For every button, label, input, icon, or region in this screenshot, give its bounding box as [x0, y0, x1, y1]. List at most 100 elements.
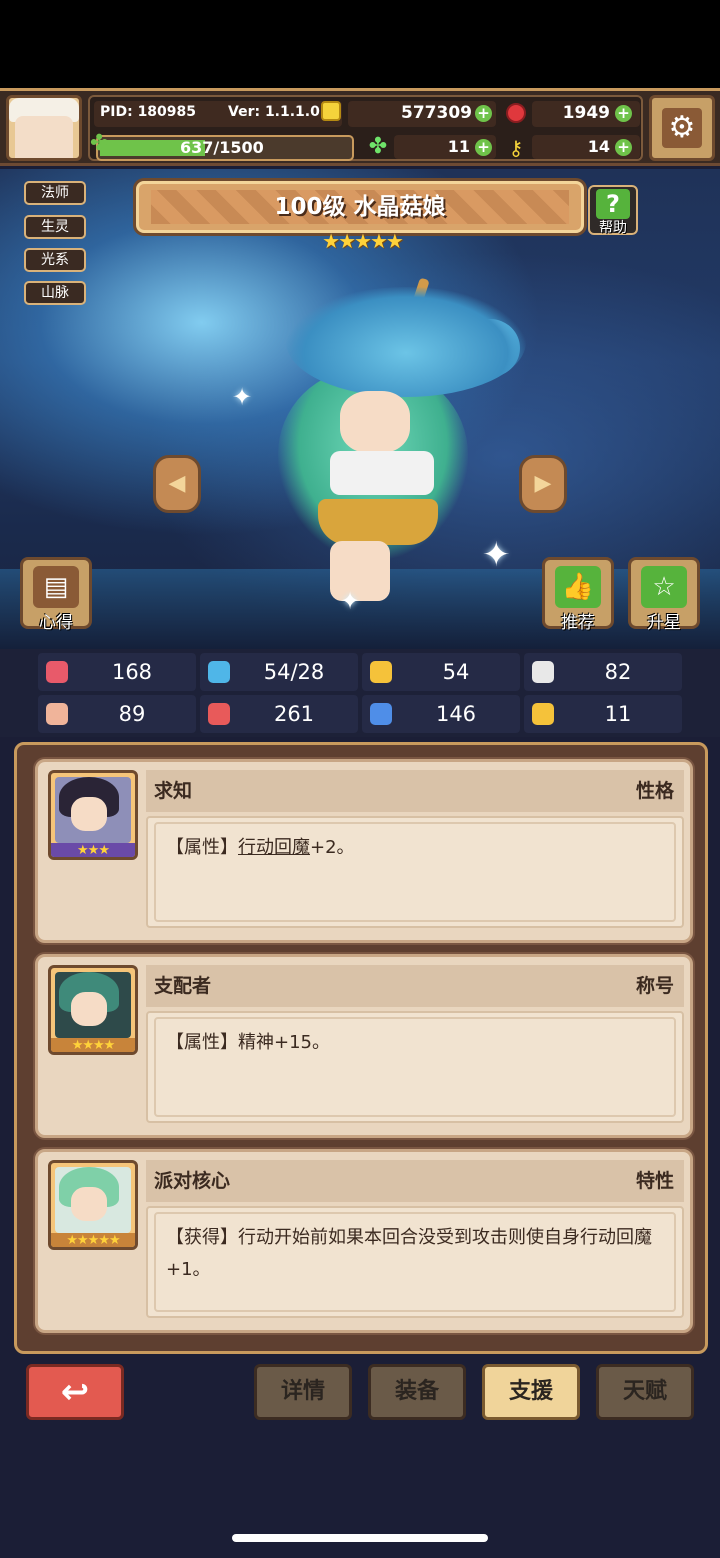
description-text: 行动开始前如果本回合没受到攻击则使自身行动回魔+1。 [166, 1227, 652, 1280]
heart-icon [46, 661, 68, 683]
avatar-face [15, 116, 73, 158]
settings-button[interactable]: ⚙ [649, 95, 715, 161]
support-card-trait[interactable]: ★★★★★ 派对核心 特性 【获得】行动开始前如果本回合没受到攻击则使自身行动回… [35, 1149, 693, 1333]
key-icon: ⚷ [508, 136, 524, 160]
ruby-icon [506, 103, 526, 123]
return-arrow-icon: ↩ [60, 1372, 90, 1412]
sparkle-icon: ✦ [340, 587, 361, 615]
clover-xp-icon: ✤ [90, 131, 109, 156]
gold-coin-icon [321, 101, 341, 121]
tab-support[interactable]: 支援 [482, 1364, 580, 1420]
notes-button[interactable]: ▤ 心得 [20, 557, 92, 633]
card-header: 求知 性格 [146, 770, 684, 812]
help-label: 帮助 [599, 220, 627, 236]
support-name: 求知 [154, 780, 193, 802]
gear-icon: ⚙ [662, 108, 702, 148]
sparkle-icon: ✦ [232, 383, 253, 411]
character-face [340, 391, 410, 453]
tag-terrain[interactable]: 山脉 [24, 281, 86, 305]
previous-character-button[interactable]: ◀ [153, 455, 201, 513]
tag-element[interactable]: 光系 [24, 248, 86, 272]
ruby-amount: 1949 [562, 103, 610, 123]
stat-value: 82 [604, 660, 632, 684]
description-text: +2。 [310, 837, 355, 858]
add-clover-plus-icon[interactable]: + [475, 139, 492, 156]
support-portrait[interactable]: ★★★★ [48, 965, 138, 1055]
support-card-personality[interactable]: ★★★ 求知 性格 【属性】行动回魔+2。 [35, 759, 693, 943]
support-portrait[interactable]: ★★★★★ [48, 1160, 138, 1250]
support-type: 特性 [635, 1170, 674, 1192]
add-gold-plus-icon[interactable]: + [475, 105, 492, 122]
card-description-inner: 【属性】行动回魔+2。 [154, 822, 676, 922]
keyword-link[interactable]: 行动回魔 [238, 837, 310, 858]
stat-value: 11 [604, 702, 632, 726]
stats-panel: 168 54/28 54 82 89 261 146 11 [0, 649, 720, 737]
status-bar-area [0, 0, 720, 88]
version-label: Ver: 1.1.1.0 [228, 104, 320, 120]
character-hat [286, 287, 526, 397]
stat-value: 54 [442, 660, 470, 684]
wing-icon [532, 661, 554, 683]
stat-mana: 54/28 [200, 653, 358, 691]
clover-amount: 11 [447, 137, 470, 156]
card-description-box: 【属性】精神+15。 [146, 1011, 684, 1123]
recommend-button[interactable]: 👍 推荐 [542, 557, 614, 633]
player-header: PID: 180985 Ver: 1.1.1.0 577309 + 1949 +… [0, 88, 720, 166]
character-title-banner: 100级 水晶菇娘 [136, 181, 584, 233]
portrait-face [71, 797, 107, 831]
character-scene: 法师 生灵 光系 山脉 100级 水晶菇娘 ★★★★★ ? 帮助 ✦ ✦ ✦ ◀… [0, 169, 720, 649]
support-description: 【获得】行动开始前如果本回合没受到攻击则使自身行动回魔+1。 [166, 1222, 672, 1286]
support-portrait[interactable]: ★★★ [48, 770, 138, 860]
support-card-title[interactable]: ★★★★ 支配者 称号 【属性】精神+15。 [35, 954, 693, 1138]
description-prefix: 【属性】 [166, 837, 238, 858]
description-text: 精神+15。 [238, 1032, 330, 1053]
thumbs-up-icon: 👍 [555, 566, 601, 608]
character-skirt [318, 499, 438, 545]
experience-value: 637/1500 [180, 138, 264, 157]
chevron-left-icon: ◀ [168, 471, 186, 496]
notes-label: 心得 [39, 613, 73, 633]
tab-equipment[interactable]: 装备 [368, 1364, 466, 1420]
question-icon: ? [596, 189, 630, 219]
card-header: 派对核心 特性 [146, 1160, 684, 1202]
stat-defense: 54 [362, 653, 520, 691]
stat-value: 168 [111, 660, 153, 684]
gold-amount: 577309 [401, 103, 472, 123]
support-type: 称号 [635, 975, 674, 997]
notebook-icon: ▤ [33, 566, 79, 608]
character-top [330, 451, 434, 495]
star-up-button[interactable]: ☆ 升星 [628, 557, 700, 633]
experience-bar: ✤ 637/1500 [90, 133, 354, 161]
character-title: 100级 水晶菇娘 [274, 194, 446, 220]
stat-luck: 11 [524, 695, 682, 733]
stat-attack: 89 [38, 695, 196, 733]
shield-icon [370, 661, 392, 683]
tab-talent[interactable]: 天赋 [596, 1364, 694, 1420]
support-name: 支配者 [154, 975, 212, 997]
fist-icon [46, 703, 68, 725]
help-button[interactable]: ? 帮助 [588, 185, 638, 236]
support-description: 【属性】精神+15。 [166, 1027, 672, 1059]
tab-details[interactable]: 详情 [254, 1364, 352, 1420]
tag-class[interactable]: 法师 [24, 181, 86, 205]
tag-race[interactable]: 生灵 [24, 215, 86, 239]
add-key-plus-icon[interactable]: + [615, 139, 632, 156]
player-avatar[interactable] [6, 95, 82, 161]
portrait-stars: ★★★★ [51, 1038, 135, 1052]
star-icon: ☆ [641, 566, 687, 608]
card-description-inner: 【获得】行动开始前如果本回合没受到攻击则使自身行动回魔+1。 [154, 1212, 676, 1312]
stat-speed: 82 [524, 653, 682, 691]
card-description-box: 【属性】行动回魔+2。 [146, 816, 684, 928]
key-amount: 14 [587, 137, 610, 156]
back-button[interactable]: ↩ [26, 1364, 124, 1420]
support-description: 【属性】行动回魔+2。 [166, 832, 672, 864]
banner-pattern: 100级 水晶菇娘 [151, 190, 569, 224]
stat-value: 146 [435, 702, 477, 726]
stat-value: 54/28 [263, 660, 325, 684]
stat-value: 261 [273, 702, 315, 726]
chevron-right-icon: ▶ [534, 471, 552, 496]
next-character-button[interactable]: ▶ [519, 455, 567, 513]
add-ruby-plus-icon[interactable]: + [615, 105, 632, 122]
support-panel: ★★★ 求知 性格 【属性】行动回魔+2。 ★★★★ 支配者 称号 【属性】精神… [14, 742, 708, 1354]
home-indicator[interactable] [232, 1534, 488, 1542]
